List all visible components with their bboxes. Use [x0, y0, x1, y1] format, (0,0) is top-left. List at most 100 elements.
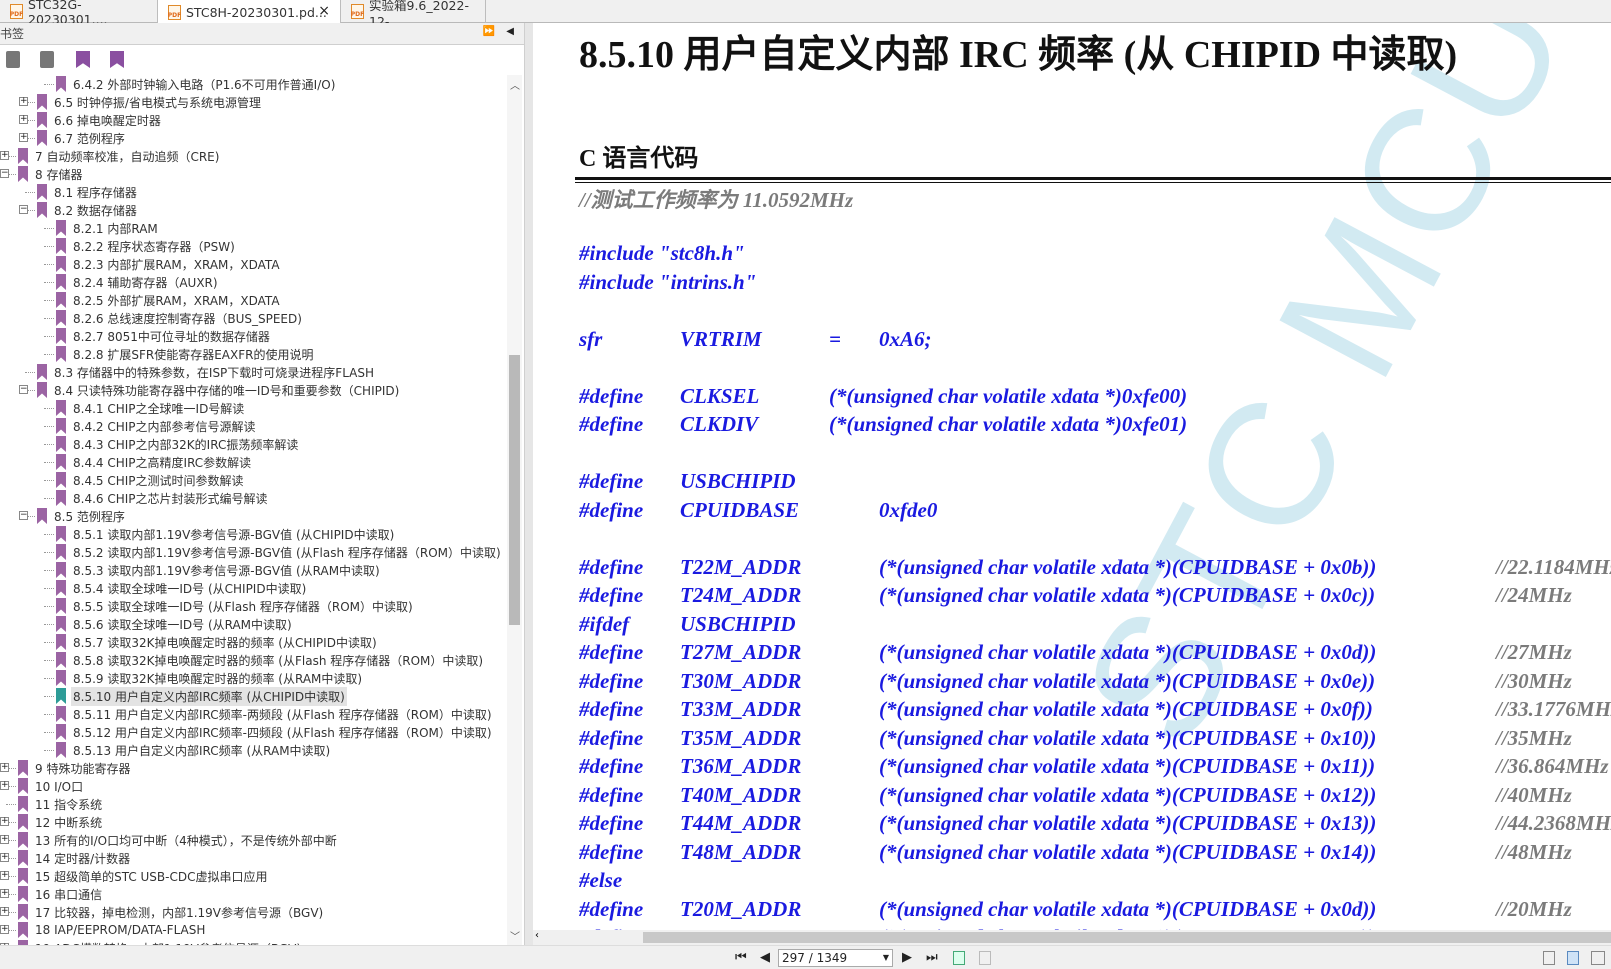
bookmark-item[interactable]: +6.7 范例程序 [0, 129, 507, 147]
bookmark-item[interactable]: +15 超级简单的STC USB-CDC虚拟串口应用 [0, 867, 507, 885]
bookmark-item[interactable]: +6.5 时钟停振/省电模式与系统电源管理 [0, 93, 507, 111]
tree-connector [25, 192, 35, 193]
bookmark-item[interactable]: 8.5.12 用户自定义内部IRC频率-四频段 (从Flash 程序存储器（RO… [0, 723, 507, 741]
collapse-icon[interactable]: − [19, 511, 28, 520]
bookmark-item[interactable]: +7 自动频率校准，自动追频（CRE) [0, 147, 507, 165]
expand-icon[interactable]: + [0, 889, 9, 898]
page-number-input[interactable]: 297 / 1349 ▼ [778, 949, 893, 967]
bookmark-item[interactable]: 8.4.3 CHIP之内部32K的IRC振荡频率解读 [0, 435, 507, 453]
bookmark-item[interactable]: 8.4.4 CHIP之高精度IRC参数解读 [0, 453, 507, 471]
bookmark-icon [18, 166, 28, 182]
expand-icon[interactable]: + [0, 907, 9, 916]
expand-icon[interactable]: + [0, 835, 9, 844]
bookmark-item[interactable]: +17 比较器，掉电检测，内部1.19V参考信号源（BGV) [0, 903, 507, 921]
scroll-left-icon[interactable]: ‹ [535, 930, 539, 941]
bookmark-item[interactable]: 8.2.3 内部扩展RAM，XRAM，XDATA [0, 255, 507, 273]
bookmark-item[interactable]: 8.5.6 读取全球唯一ID号 (从RAM中读取) [0, 615, 507, 633]
bookmark-item[interactable]: +6.6 掉电唤醒定时器 [0, 111, 507, 129]
chevron-down-icon[interactable]: ▼ [883, 950, 889, 966]
bookmark-item[interactable]: − 8.4 只读特殊功能寄存器中存储的唯一ID号和重要参数（CHIPID) [0, 381, 507, 399]
tab-stc32g[interactable]: PDF STC32G-20230301.... [0, 0, 158, 27]
tab-experiment-box[interactable]: PDF 实验箱9.6_2022-12-... [341, 0, 486, 29]
prev-page-icon[interactable]: ◀ [760, 950, 770, 965]
last-page-icon[interactable]: ⏭ [926, 950, 938, 965]
expand-icon[interactable]: + [0, 925, 9, 934]
bookmark-item[interactable]: − 8 存储器 [0, 165, 507, 183]
bookmark-item[interactable]: 8.4.1 CHIP之全球唯一ID号解读 [0, 399, 507, 417]
bookmark-item[interactable]: +16 串口通信 [0, 885, 507, 903]
bookmark-item[interactable]: 8.5.4 读取全球唯一ID号 (从CHIPID中读取) [0, 579, 507, 597]
bookmark-item[interactable]: 8.4.6 CHIP之芯片封装形式编号解读 [0, 489, 507, 507]
bookmark-item[interactable]: 8.5.13 用户自定义内部IRC频率 (从RAM中读取) [0, 741, 507, 759]
bookmark-item[interactable]: 8.2.1 内部RAM [0, 219, 507, 237]
panel-collapse-controls[interactable]: ⏩ ◀ [483, 26, 518, 37]
bookmark-item[interactable]: − 8.2 数据存储器 [0, 201, 507, 219]
collapse-icon[interactable]: − [19, 385, 28, 394]
bookmark-item[interactable]: 8.5.8 读取32K掉电唤醒定时器的频率 (从Flash 程序存储器（ROM）… [0, 651, 507, 669]
bookmark-item[interactable]: 8.5.3 读取内部1.19V参考信号源-BGV值 (从RAM中读取) [0, 561, 507, 579]
bookmark-item[interactable]: 11 指令系统 [0, 795, 507, 813]
bookmark-item[interactable]: 8.2.5 外部扩展RAM，XRAM，XDATA [0, 291, 507, 309]
delete-bookmark-icon[interactable] [6, 51, 20, 68]
bookmark-item[interactable]: +12 中断系统 [0, 813, 507, 831]
code-token: (*(unsigned char volatile xdata *)(CPUID… [879, 668, 1376, 693]
collapse-icon[interactable]: − [19, 205, 28, 214]
bookmark-item[interactable]: 8.2.4 辅助寄存器（AUXR) [0, 273, 507, 291]
tree-scrollbar[interactable]: ︿ ﹀ [507, 75, 522, 945]
bookmark-item[interactable]: 8.5.7 读取32K掉电唤醒定时器的频率 (从CHIPID中读取) [0, 633, 507, 651]
expand-icon[interactable]: + [19, 133, 28, 142]
bookmark-item[interactable]: 8.4.5 CHIP之测试时间参数解读 [0, 471, 507, 489]
scroll-down-icon[interactable]: ﹀ [510, 928, 520, 943]
bookmark-item[interactable]: 8.2.7 8051中可位寻址的数据存储器 [0, 327, 507, 345]
bookmark-item[interactable]: +14 定时器/计数器 [0, 849, 507, 867]
goto-bookmark-icon[interactable] [76, 51, 90, 68]
collapse-icon[interactable]: − [0, 169, 9, 178]
expand-icon[interactable]: + [0, 871, 9, 880]
bookmark-item[interactable]: 8.2.2 程序状态寄存器（PSW) [0, 237, 507, 255]
document-view: STC MCU 8.5.10 用户自定义内部 IRC 频率 (从 CHIPID … [533, 23, 1611, 930]
bookmark-item[interactable]: +10 I/O口 [0, 777, 507, 795]
bookmark-item[interactable]: +13 所有的I/O口均可中断（4种模式），不是传统外部中断 [0, 831, 507, 849]
bookmark-item[interactable]: +18 IAP/EEPROM/DATA-FLASH [0, 921, 507, 939]
code-token: #define [579, 583, 644, 607]
bookmark-label: 8.2.4 辅助寄存器（AUXR) [73, 275, 218, 290]
tab-stc8h[interactable]: PDF STC8H-20230301.pd... × [158, 0, 341, 24]
continuous-view-icon[interactable] [1567, 951, 1579, 965]
close-tab-icon[interactable]: × [318, 3, 330, 19]
expand-icon[interactable]: + [0, 763, 9, 772]
expand-icon[interactable]: + [0, 817, 9, 826]
panel-splitter[interactable] [525, 23, 533, 945]
bookmark-item[interactable]: 8.2.8 扩展SFR使能寄存器EAXFR的使用说明 [0, 345, 507, 363]
bookmark-item[interactable]: 8.5.10 用户自定义内部IRC频率 (从CHIPID中读取) [0, 686, 507, 706]
add-bookmark-icon[interactable] [40, 51, 54, 68]
bookmark-item[interactable]: 8.5.1 读取内部1.19V参考信号源-BGV值 (从CHIPID中读取) [0, 525, 507, 543]
expand-bookmark-icon[interactable] [110, 51, 124, 68]
bookmark-item[interactable]: 8.5.9 读取32K掉电唤醒定时器的频率 (从RAM中读取) [0, 669, 507, 687]
first-page-icon[interactable]: ⏮ [735, 950, 747, 965]
expand-icon[interactable]: + [0, 151, 9, 160]
scrollbar-thumb[interactable] [509, 355, 520, 625]
next-page-icon[interactable]: ▶ [902, 950, 912, 965]
bookmark-item[interactable]: − 8.5 范例程序 [0, 507, 507, 525]
horizontal-scrollbar[interactable]: ‹ [533, 930, 1611, 944]
expand-icon[interactable]: + [19, 97, 28, 106]
scroll-up-icon[interactable]: ︿ [510, 77, 520, 92]
bookmark-item[interactable]: 8.2.6 总线速度控制寄存器（BUS_SPEED) [0, 309, 507, 327]
expand-icon[interactable]: + [0, 853, 9, 862]
bookmark-item[interactable]: 8.5.11 用户自定义内部IRC频率-两频段 (从Flash 程序存储器（RO… [0, 705, 507, 723]
bookmark-item[interactable]: 6.4.2 外部时钟输入电路（P1.6不可用作普通I/O) [0, 75, 507, 93]
bookmark-item[interactable]: 8.5.5 读取全球唯一ID号 (从Flash 程序存储器（ROM）中读取) [0, 597, 507, 615]
scrollbar-thumb[interactable] [643, 932, 1611, 943]
bookmark-item[interactable]: 8.3 存储器中的特殊参数，在ISP下载时可烧录进程序FLASH [0, 363, 507, 381]
expand-icon[interactable]: + [0, 781, 9, 790]
expand-icon[interactable]: + [19, 115, 28, 124]
next-view-icon[interactable] [979, 951, 991, 965]
bookmark-icon [37, 112, 47, 128]
two-page-view-icon[interactable] [1591, 951, 1605, 965]
bookmark-item[interactable]: 8.1 程序存储器 [0, 183, 507, 201]
previous-view-icon[interactable] [953, 951, 965, 965]
bookmark-item[interactable]: 8.4.2 CHIP之内部参考信号源解读 [0, 417, 507, 435]
single-page-view-icon[interactable] [1543, 951, 1555, 965]
bookmark-item[interactable]: 8.5.2 读取内部1.19V参考信号源-BGV值 (从Flash 程序存储器（… [0, 543, 507, 561]
bookmark-item[interactable]: +9 特殊功能寄存器 [0, 759, 507, 777]
